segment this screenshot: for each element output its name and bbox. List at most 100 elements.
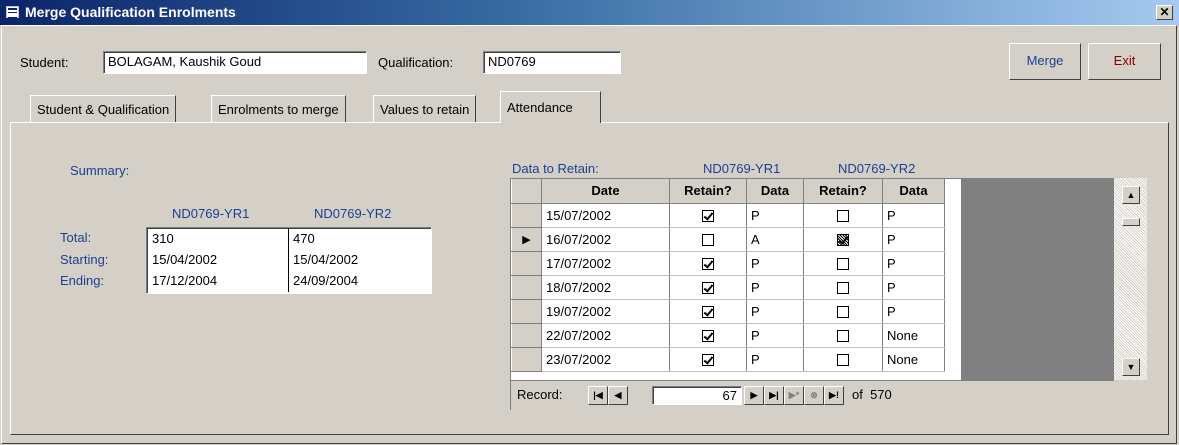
retain-datasheet: Date Retain? Data Retain? Data 15/07/200… <box>510 178 962 410</box>
row-selector[interactable] <box>511 202 542 228</box>
row-selector[interactable]: ▶ <box>511 226 542 252</box>
new-record-icon[interactable]: ▶* <box>784 386 804 405</box>
cell-retain-yr2[interactable] <box>803 299 883 324</box>
cell-retain-yr2[interactable] <box>803 203 883 228</box>
cell-retain-yr1[interactable] <box>669 203 747 228</box>
table-row[interactable]: 19/07/2002 P P <box>511 298 945 324</box>
last-record-icon[interactable]: ▶| <box>764 386 784 405</box>
checked-checkbox-icon[interactable] <box>702 210 714 223</box>
cell-data-yr2[interactable]: None <box>882 347 945 372</box>
table-row[interactable]: 17/07/2002 P P <box>511 250 945 276</box>
cell-data-yr2[interactable]: None <box>882 323 945 348</box>
checked-checkbox-icon[interactable] <box>702 354 714 367</box>
cell-retain-yr1[interactable] <box>669 323 747 348</box>
cell-data-yr1[interactable]: P <box>746 203 804 228</box>
tab-enrolments-to-merge[interactable]: Enrolments to merge <box>211 95 346 122</box>
retain-heading: Data to Retain: <box>512 161 599 176</box>
cell-date[interactable]: 17/07/2002 <box>541 251 670 276</box>
table-row[interactable]: ▶ 16/07/2002 A P <box>511 226 945 252</box>
cell-data-yr2[interactable]: P <box>882 299 945 324</box>
cell-data-yr2[interactable]: P <box>882 251 945 276</box>
column-header-data-yr2[interactable]: Data <box>882 179 945 204</box>
cell-data-yr2[interactable]: P <box>882 227 945 252</box>
cell-retain-yr2[interactable] <box>803 347 883 372</box>
cell-retain-yr1[interactable] <box>669 347 747 372</box>
scroll-down-icon[interactable]: ▼ <box>1122 358 1140 376</box>
column-header-retain-yr1[interactable]: Retain? <box>669 179 747 204</box>
datasheet-empty-area <box>962 178 1114 380</box>
summary-starting-label: Starting: <box>60 252 109 267</box>
cell-data-yr2[interactable]: P <box>882 203 945 228</box>
table-row[interactable]: 18/07/2002 P P <box>511 274 945 300</box>
cell-data-yr1[interactable]: P <box>746 299 804 324</box>
cell-data-yr1[interactable]: P <box>746 275 804 300</box>
checked-checkbox-icon[interactable] <box>702 330 714 343</box>
cell-retain-yr1[interactable] <box>669 299 747 324</box>
close-button[interactable]: ✕ <box>1156 5 1173 20</box>
cell-retain-yr1[interactable] <box>669 251 747 276</box>
checked-checkbox-icon[interactable] <box>702 258 714 271</box>
summary-starting-yr2: 15/04/2002 <box>293 252 359 267</box>
student-field[interactable]: BOLAGAM, Kaushik Goud <box>103 51 367 74</box>
row-selector[interactable] <box>511 250 542 276</box>
row-selector[interactable] <box>511 322 542 348</box>
cell-retain-yr1[interactable] <box>669 275 747 300</box>
cell-retain-yr2[interactable] <box>803 227 883 252</box>
checked-checkbox-icon[interactable] <box>837 234 849 247</box>
unchecked-checkbox-icon[interactable] <box>702 234 714 247</box>
qualification-label: Qualification: <box>378 55 454 70</box>
unchecked-checkbox-icon[interactable] <box>837 210 849 223</box>
cell-retain-yr2[interactable] <box>803 251 883 276</box>
tab-student-qualification[interactable]: Student & Qualification <box>30 95 177 122</box>
record-navigation-bar: Record: |◀ ◀ 67 ▶ ▶| ▶* ⊗ ▶! of 570 <box>511 380 1114 410</box>
cell-data-yr1[interactable]: A <box>746 227 804 252</box>
delete-record-icon[interactable]: ⊗ <box>804 386 824 405</box>
checked-checkbox-icon[interactable] <box>702 306 714 319</box>
checked-checkbox-icon[interactable] <box>702 282 714 295</box>
summary-ending-yr2: 24/09/2004 <box>293 273 359 288</box>
table-row[interactable]: 15/07/2002 P P <box>511 202 945 228</box>
unchecked-checkbox-icon[interactable] <box>837 282 849 295</box>
unchecked-checkbox-icon[interactable] <box>837 258 849 271</box>
cell-data-yr1[interactable]: P <box>746 251 804 276</box>
cell-data-yr1[interactable]: P <box>746 347 804 372</box>
next-record-icon[interactable]: ▶ <box>744 386 764 405</box>
merge-button[interactable]: Merge <box>1009 43 1081 80</box>
exit-button[interactable]: Exit <box>1088 43 1161 80</box>
column-header-data-yr1[interactable]: Data <box>746 179 804 204</box>
scroll-up-icon[interactable]: ▲ <box>1122 186 1140 204</box>
tab-values-to-retain[interactable]: Values to retain <box>373 95 477 122</box>
summary-total-yr1: 310 <box>152 231 174 246</box>
unchecked-checkbox-icon[interactable] <box>837 330 849 343</box>
qualification-field[interactable]: ND0769 <box>483 51 621 74</box>
row-selector[interactable] <box>511 298 542 324</box>
cell-date[interactable]: 18/07/2002 <box>541 275 670 300</box>
row-selector[interactable] <box>511 274 542 300</box>
tab-attendance[interactable]: Attendance <box>500 91 601 123</box>
cell-retain-yr1[interactable] <box>669 227 747 252</box>
table-row[interactable]: 23/07/2002 P None <box>511 346 945 372</box>
cell-data-yr1[interactable]: P <box>746 323 804 348</box>
cell-date[interactable]: 16/07/2002 <box>541 227 670 252</box>
scroll-thumb[interactable] <box>1122 218 1140 226</box>
sort-icon[interactable]: ▶! <box>824 386 844 405</box>
student-label: Student: <box>20 55 69 70</box>
cell-date[interactable]: 22/07/2002 <box>541 323 670 348</box>
cell-date[interactable]: 23/07/2002 <box>541 347 670 372</box>
cell-retain-yr2[interactable] <box>803 323 883 348</box>
cell-date[interactable]: 19/07/2002 <box>541 299 670 324</box>
column-header-retain-yr2[interactable]: Retain? <box>803 179 883 204</box>
unchecked-checkbox-icon[interactable] <box>837 306 849 319</box>
unchecked-checkbox-icon[interactable] <box>837 354 849 367</box>
cell-data-yr2[interactable]: P <box>882 275 945 300</box>
previous-record-icon[interactable]: ◀ <box>608 386 628 405</box>
cell-date[interactable]: 15/07/2002 <box>541 203 670 228</box>
column-header-date[interactable]: Date <box>541 179 670 204</box>
record-number-field[interactable]: 67 <box>652 386 742 405</box>
table-row[interactable]: 22/07/2002 P None <box>511 322 945 348</box>
first-record-icon[interactable]: |◀ <box>588 386 608 405</box>
row-selector[interactable] <box>511 346 542 372</box>
summary-ending-label: Ending: <box>60 273 105 288</box>
cell-retain-yr2[interactable] <box>803 275 883 300</box>
vertical-scrollbar[interactable]: ▲ ▼ <box>1114 178 1147 380</box>
